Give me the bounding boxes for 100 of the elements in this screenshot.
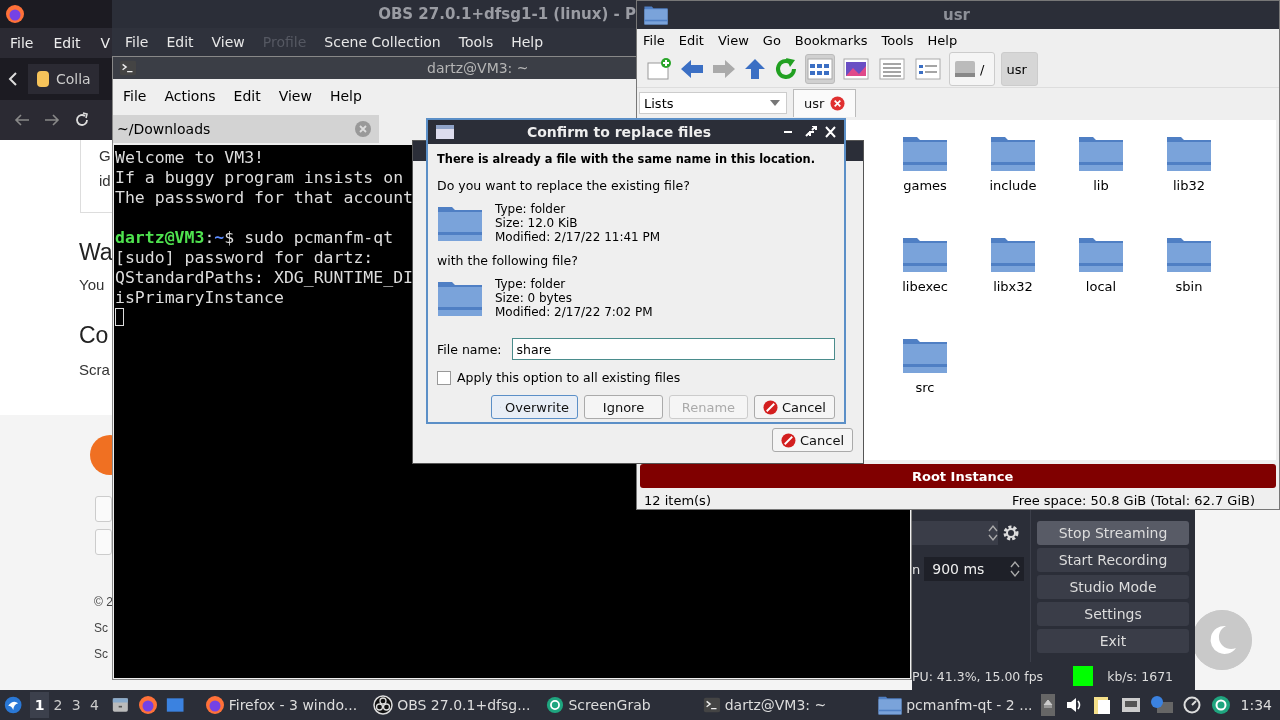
menu-item[interactable]: File: [10, 35, 34, 51]
folder-icon: [1166, 235, 1212, 273]
taskbar-task[interactable]: OBS 27.0.1+dfsg...: [365, 695, 539, 715]
drive-icon: [954, 59, 976, 79]
menu-item[interactable]: Tools: [881, 32, 914, 48]
menu-item[interactable]: Help: [927, 32, 958, 48]
menu-item[interactable]: Scene Collection: [315, 34, 450, 50]
field-label: File name:: [437, 341, 502, 357]
folder-name[interactable]: lib: [1093, 178, 1109, 193]
menu-item[interactable]: Tools: [449, 34, 503, 50]
control-button[interactable]: Exit: [1037, 629, 1189, 653]
spin-arrows-icon[interactable]: [1010, 560, 1021, 578]
menu-item[interactable]: Edit: [678, 32, 704, 48]
folder-icon: [437, 204, 483, 242]
window-title: dartz@VM3: ~: [427, 60, 529, 76]
menu-item[interactable]: Go: [762, 32, 781, 48]
terminal-line: If a buggy program insists on: [115, 168, 404, 188]
folder-name[interactable]: local: [1085, 279, 1117, 294]
side-pane-dropdown[interactable]: Lists: [639, 92, 787, 114]
menu-item[interactable]: View: [272, 88, 324, 104]
folder-icon: [437, 279, 483, 317]
control-button[interactable]: Settings: [1037, 602, 1189, 626]
workspace-button[interactable]: 2: [48, 692, 68, 718]
menu-item[interactable]: View: [717, 32, 749, 48]
control-button[interactable]: Stop Streaming: [1037, 521, 1189, 545]
clipboard-icon[interactable]: [1092, 695, 1111, 715]
menu-item[interactable]: Help: [502, 34, 553, 50]
field-label: n: [912, 561, 921, 577]
checkbox-label[interactable]: Apply this option to all existing files: [457, 370, 681, 385]
eject-icon[interactable]: [1040, 694, 1055, 716]
delay-spin-box[interactable]: 900 ms: [924, 557, 1025, 581]
menu-item[interactable]: File: [643, 32, 665, 48]
checkbox[interactable]: [437, 370, 451, 385]
terminal-line: isPrimaryInstance: [115, 288, 284, 308]
dark-mode-button[interactable]: [1192, 610, 1252, 670]
taskbar-task[interactable]: dartz@VM3: ~: [694, 695, 835, 715]
view-mode-button[interactable]: [805, 54, 835, 84]
menu-item[interactable]: Actions: [158, 88, 228, 104]
forward-icon[interactable]: [44, 113, 60, 127]
chevron-left-icon[interactable]: [8, 71, 18, 87]
file-name-field[interactable]: share: [511, 338, 835, 360]
menu-item[interactable]: View: [202, 34, 254, 50]
path-button[interactable]: /: [949, 52, 996, 86]
menu-item[interactable]: Edit: [227, 88, 273, 104]
back-icon[interactable]: [14, 113, 30, 127]
notification-icon[interactable]: [1150, 696, 1173, 714]
firefox-icon: [5, 4, 25, 24]
menu-item[interactable]: File: [117, 88, 159, 104]
terminal-line: QStandardPaths: XDG_RUNTIME_DI: [115, 268, 413, 288]
network-icon[interactable]: [1120, 697, 1141, 713]
reload-icon[interactable]: [74, 112, 90, 128]
menu-item[interactable]: Bookmarks: [794, 32, 868, 48]
window-icon[interactable]: [166, 695, 185, 715]
taskbar-task[interactable]: ScreenGrab: [538, 695, 659, 715]
path-button[interactable]: usr: [1001, 52, 1038, 86]
folder-name[interactable]: libexec: [902, 279, 948, 294]
folder-name[interactable]: lib32: [1173, 178, 1205, 193]
back-icon[interactable]: [679, 58, 705, 80]
card-text: id: [99, 172, 111, 189]
workspace-button[interactable]: 3: [67, 692, 86, 718]
taskbar-task[interactable]: Firefox - 3 windo...: [196, 695, 366, 715]
file-size: Size: 12.0 KiB: [495, 216, 579, 230]
dialog-message: There is already a file with the same name in this location.: [437, 152, 815, 166]
cancel-button[interactable]: Cancel: [772, 428, 853, 452]
control-button[interactable]: Studio Mode: [1037, 575, 1189, 599]
folder-name[interactable]: games: [903, 178, 947, 193]
taskbar-task[interactable]: pcmanfm-qt - 2 ...: [870, 695, 1041, 715]
terminal-tab[interactable]: ~/Downloads: [113, 115, 379, 143]
folder-name[interactable]: include: [989, 178, 1037, 193]
menu-item[interactable]: Edit: [53, 35, 81, 51]
folder-name[interactable]: libx32: [993, 279, 1033, 294]
settings-icon[interactable]: [1002, 524, 1020, 542]
dialog-button[interactable]: Overwrite: [491, 395, 578, 419]
new-tab-icon[interactable]: [647, 57, 673, 81]
volume-icon[interactable]: [1064, 696, 1083, 714]
dialog-button[interactable]: Ignore: [584, 395, 663, 419]
menu-item[interactable]: V: [100, 35, 111, 51]
aperture-icon: [546, 696, 565, 714]
menu-item[interactable]: Edit: [157, 34, 203, 50]
folder-tab[interactable]: usr: [793, 89, 857, 117]
control-button[interactable]: Start Recording: [1037, 548, 1189, 572]
workspace-button[interactable]: 4: [85, 692, 104, 718]
file-drawer-icon[interactable]: [111, 695, 129, 715]
folder-name[interactable]: src: [915, 380, 935, 395]
aperture-icon: [1210, 695, 1231, 715]
dialog-button[interactable]: Cancel: [753, 395, 835, 419]
folder-name[interactable]: sbin: [1175, 279, 1203, 294]
close-icon[interactable]: [830, 96, 846, 111]
page-heading: Wa: [79, 239, 113, 266]
workspace-button[interactable]: 1: [30, 692, 49, 718]
start-menu-icon[interactable]: [4, 694, 23, 716]
speed-gauge-icon[interactable]: [1182, 696, 1201, 714]
window-controls-icon[interactable]: [784, 126, 836, 138]
browser-tab[interactable]: Colla: [28, 64, 99, 94]
up-icon[interactable]: [743, 57, 767, 81]
menu-item[interactable]: Help: [323, 88, 374, 104]
menu-item[interactable]: File: [116, 34, 158, 50]
dialog-title: Confirm to replace files: [525, 124, 713, 140]
spin-arrows-icon[interactable]: [988, 524, 998, 542]
folder-icon: [1078, 235, 1124, 273]
